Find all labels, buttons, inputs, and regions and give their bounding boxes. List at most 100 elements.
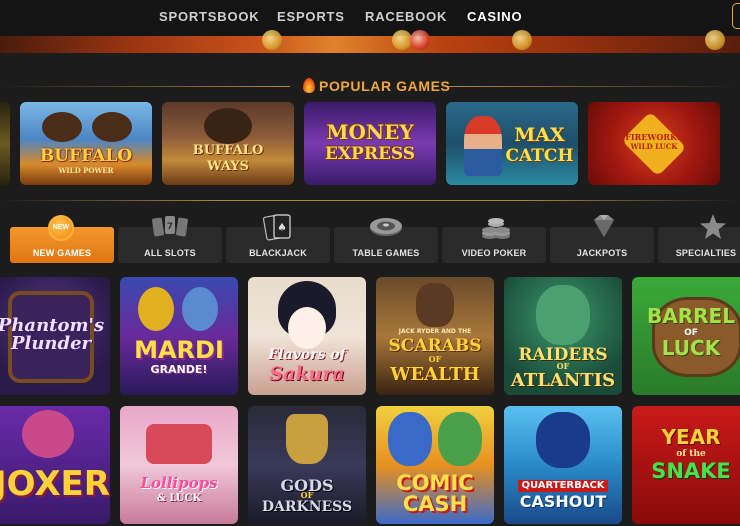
popular-games-header: POPULAR GAMES xyxy=(0,76,740,96)
popular-games-title: POPULAR GAMES xyxy=(303,78,450,94)
popular-game-title: MAX xyxy=(514,124,565,146)
playing-cards-icon: ♠ xyxy=(262,214,291,241)
game-title: QUARTERBACK xyxy=(518,480,608,492)
coin-decoration xyxy=(705,30,725,50)
tab-label: VIDEO POKER xyxy=(461,248,527,258)
diamond-icon xyxy=(594,215,614,237)
top-nav: SPORTSBOOK ESPORTS RACEBOOK CASINO xyxy=(0,0,740,36)
game-title: COMIC xyxy=(396,471,474,495)
cake-art xyxy=(146,424,212,464)
game-title-line3: LUCK xyxy=(661,336,721,360)
hero-banner[interactable] xyxy=(0,30,740,53)
popular-game-subtitle: EXPRESS xyxy=(324,144,416,164)
popular-game-tile[interactable]: FIREWORKS WILD LUCK xyxy=(588,102,720,185)
game-title-line3: DARKNESS xyxy=(261,499,353,515)
game-subtitle: & LUCK xyxy=(156,493,202,504)
popular-game-tile[interactable]: MONEY EXPRESS xyxy=(304,102,436,185)
popular-game-subtitle: WILD LUCK xyxy=(630,142,678,151)
casino-page: SPORTSBOOK ESPORTS RACEBOOK CASINO POPUL… xyxy=(0,0,740,526)
popular-game-subtitle: CATCH xyxy=(505,146,574,166)
chip-decoration xyxy=(410,30,430,50)
tab-label: BLACKJACK xyxy=(249,248,307,258)
nav-sportsbook[interactable]: SPORTSBOOK xyxy=(159,9,259,24)
popular-games-title-text: POPULAR GAMES xyxy=(319,78,451,94)
popular-game-subtitle: WAYS xyxy=(207,159,249,174)
game-title: Phantom's xyxy=(0,315,105,336)
game-title-line2: of the xyxy=(676,449,706,459)
header-button[interactable] xyxy=(732,3,740,29)
game-title-line4: WEALTH xyxy=(390,364,480,385)
jester-art xyxy=(22,410,74,458)
nav-esports[interactable]: ESPORTS xyxy=(277,9,345,24)
section-divider xyxy=(0,200,740,201)
game-tile[interactable]: QUARTERBACK CASHOUT xyxy=(504,406,622,524)
tab-label: SPECIALTIES xyxy=(675,248,737,258)
popular-game-tile[interactable]: BUFFALO WAYS xyxy=(162,102,294,185)
game-tile[interactable]: BARREL OF LUCK xyxy=(632,277,740,395)
game-title: BARREL xyxy=(647,304,735,328)
header-rule-left xyxy=(0,86,290,87)
game-tile[interactable]: Lollipops & LUCK xyxy=(120,406,238,524)
atlantis-queen-art xyxy=(536,285,590,345)
geisha-face-art xyxy=(288,307,326,349)
game-tile[interactable]: YEAR of the SNAKE xyxy=(632,406,740,524)
game-tile[interactable]: Flavors of Sakura xyxy=(248,277,366,395)
game-title: JOXER xyxy=(0,464,110,504)
explorer-art xyxy=(416,283,454,327)
game-tile[interactable]: JACK RYDER AND THE SCARABS OF WEALTH xyxy=(376,277,494,395)
game-subtitle: Sakura xyxy=(269,363,345,385)
game-subtitle: CASHOUT xyxy=(519,492,607,511)
game-title-line3: OF xyxy=(428,354,442,364)
pharaoh-art xyxy=(286,414,328,464)
game-title-line2: SCARABS xyxy=(388,336,482,356)
game-title: JACK RYDER AND THE xyxy=(398,328,472,335)
popular-game-title: BUFFALO xyxy=(39,146,133,166)
coin-decoration xyxy=(262,30,282,50)
popular-game-title: MONEY xyxy=(326,120,414,144)
tab-label: JACKPOTS xyxy=(576,248,628,258)
chip-stack-icon xyxy=(482,218,510,239)
game-title: Lollipops xyxy=(140,474,218,492)
roulette-wheel-icon xyxy=(370,218,402,236)
mask-art xyxy=(182,287,218,331)
game-tile[interactable]: Phantom's Plunder xyxy=(0,277,110,395)
popular-game-title: FIREWORKS xyxy=(625,132,683,142)
tab-label: TABLE GAMES xyxy=(352,248,420,258)
slot-reels-icon: 7 xyxy=(152,216,188,237)
game-subtitle: GRANDE! xyxy=(150,363,208,376)
popular-game-title: BUFFALO xyxy=(192,143,264,158)
header-rule-right xyxy=(448,86,740,87)
game-tile[interactable]: COMIC CASH xyxy=(376,406,494,524)
game-subtitle: CASH xyxy=(402,492,468,516)
game-tile[interactable]: GODS OF DARKNESS xyxy=(248,406,366,524)
popular-game-subtitle: WILD POWER xyxy=(58,166,114,175)
popular-game-tile[interactable]: MAX CATCH xyxy=(446,102,578,185)
game-title: YEAR xyxy=(661,425,721,449)
buffalo-art xyxy=(92,112,132,142)
quarterback-art xyxy=(536,412,590,468)
flame-icon xyxy=(303,78,315,93)
new-badge-icon: NEW xyxy=(48,215,74,241)
tab-label: ALL SLOTS xyxy=(144,248,196,258)
popular-game-tile-partial[interactable] xyxy=(0,102,10,185)
game-tile[interactable]: RAIDERS OF ATLANTIS xyxy=(504,277,622,395)
game-subtitle: Plunder xyxy=(10,333,92,354)
buffalo-art xyxy=(204,108,252,144)
nav-casino[interactable]: CASINO xyxy=(467,9,522,24)
game-tile[interactable]: MARDI GRANDE! xyxy=(120,277,238,395)
star-icon xyxy=(700,214,726,239)
game-title: Flavors of xyxy=(268,347,346,363)
game-tile[interactable]: JOXER xyxy=(0,406,110,524)
svg-text:7: 7 xyxy=(167,222,173,232)
popular-game-tile[interactable]: BUFFALO WILD POWER xyxy=(20,102,152,185)
buffalo-art xyxy=(42,112,82,142)
nav-racebook[interactable]: RACEBOOK xyxy=(365,9,447,24)
game-title: MARDI xyxy=(134,336,224,364)
coin-decoration xyxy=(512,30,532,50)
mask-art xyxy=(138,287,174,331)
hero-art xyxy=(388,412,432,466)
coin-decoration xyxy=(392,30,412,50)
hero-art xyxy=(438,412,482,466)
fisherman-art xyxy=(464,116,502,176)
game-title-line3: ATLANTIS xyxy=(510,370,616,391)
